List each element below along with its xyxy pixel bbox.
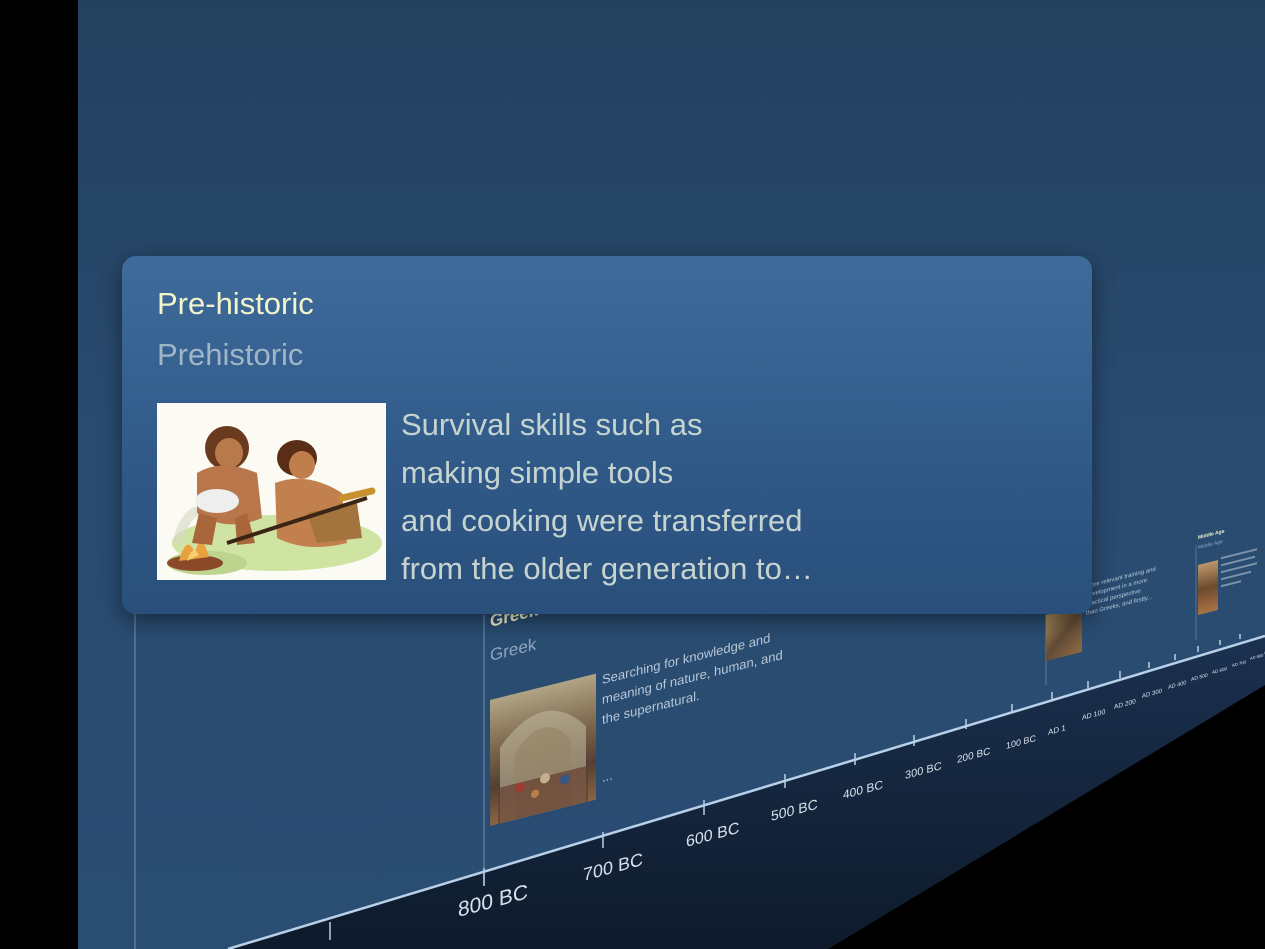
greek-card-image — [490, 673, 596, 826]
popup-description-line: Survival skills such as — [401, 407, 703, 442]
prehistoric-people-image — [157, 403, 386, 580]
popup-title: Pre-historic — [157, 286, 314, 321]
popup-image — [157, 403, 386, 580]
popup-description-line: making simple tools — [401, 455, 674, 490]
event-detail-popup[interactable]: Pre-historic Prehistoric Survival skills… — [122, 256, 1092, 614]
roman-card-image — [1046, 606, 1082, 661]
popup-description: Survival skills such as making simple to… — [401, 401, 1041, 593]
popup-subtitle: Prehistoric — [157, 337, 304, 372]
popup-description-line: from the older generation to… — [401, 551, 813, 586]
popup-description-line: and cooking were transferred — [401, 503, 803, 538]
middle-age-card-image — [1198, 560, 1218, 615]
greek-painting-image — [498, 710, 588, 825]
